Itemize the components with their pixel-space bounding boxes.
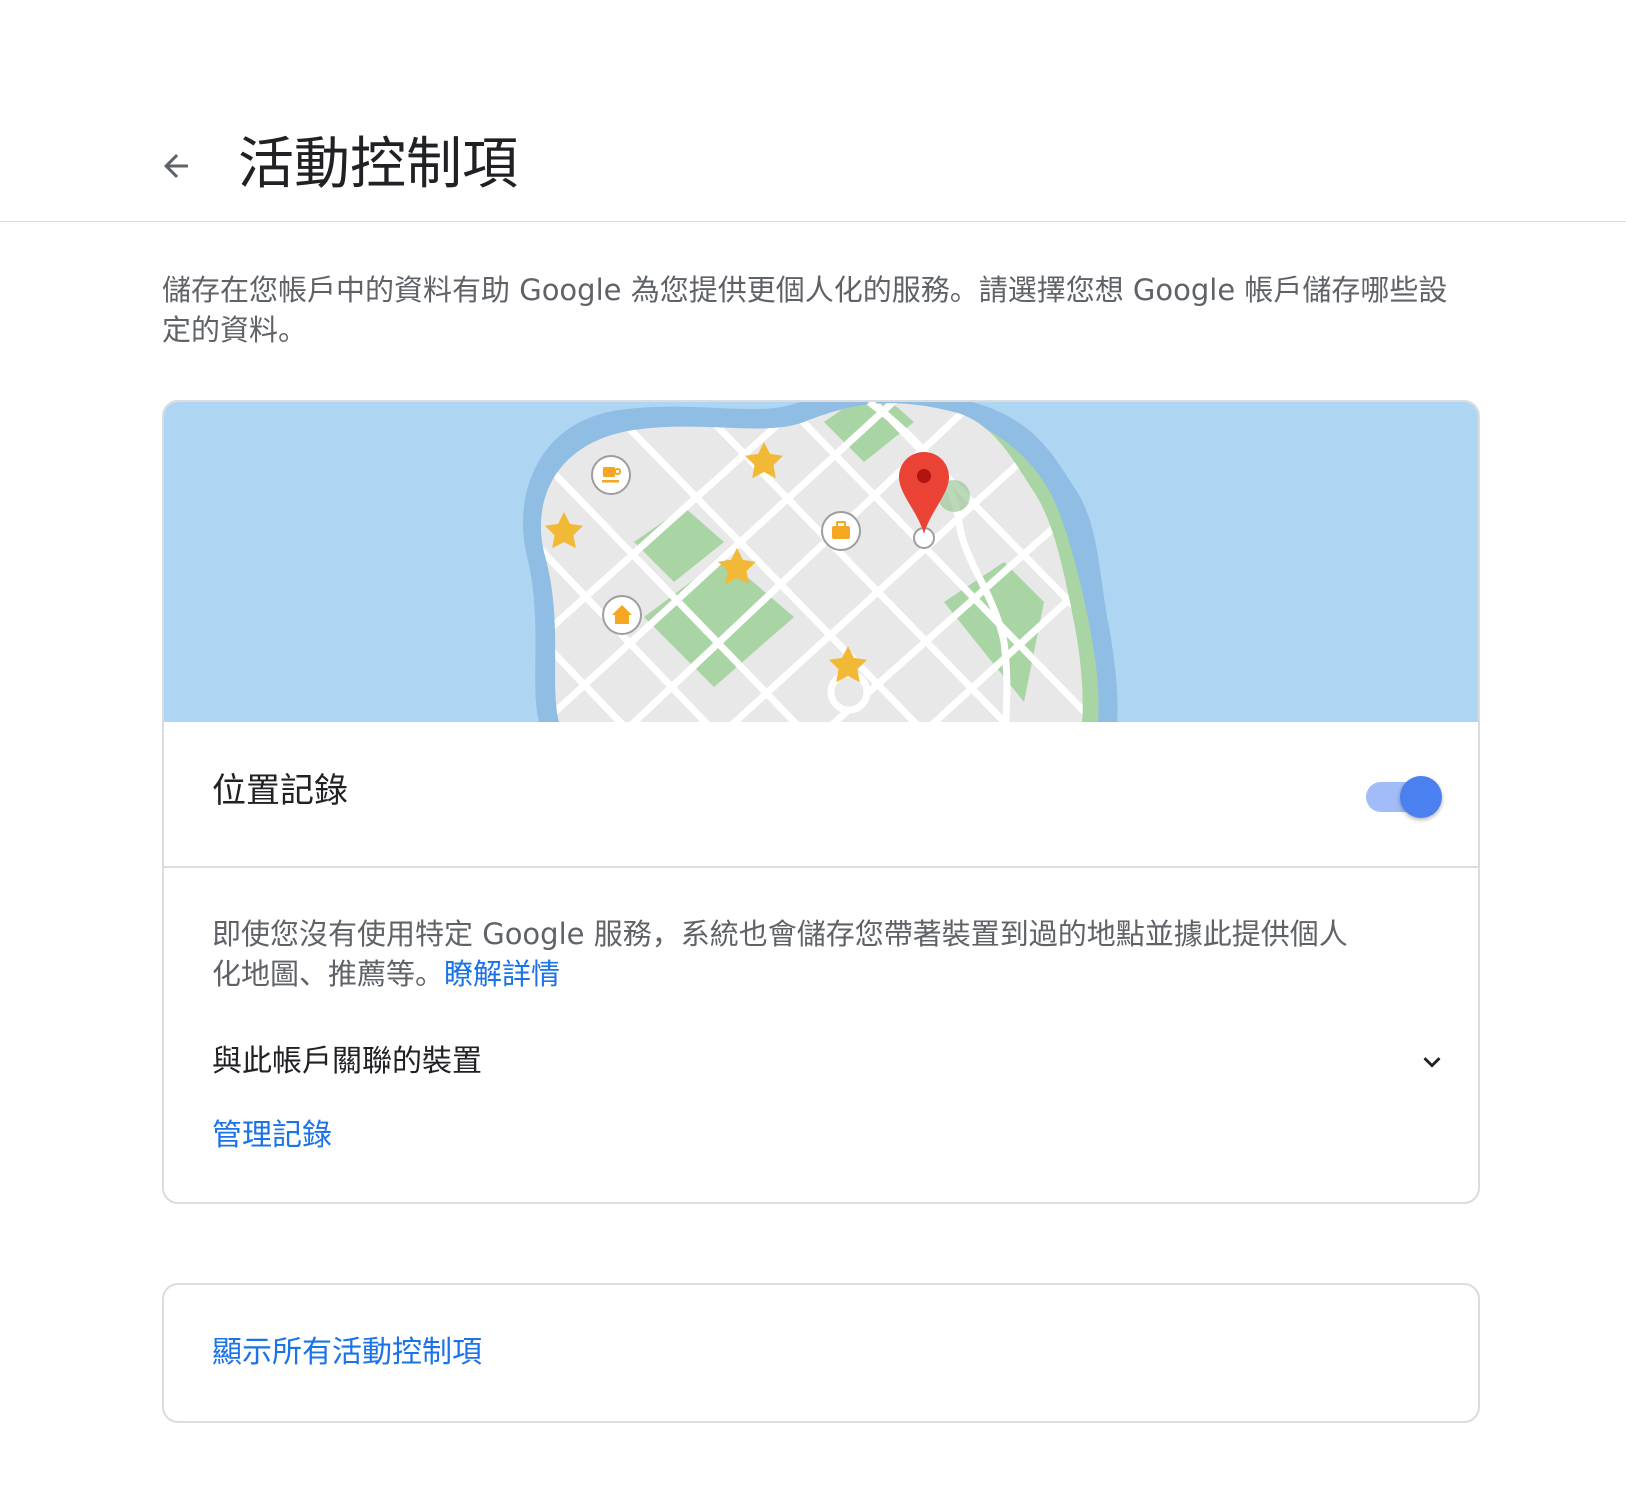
page-title: 活動控制項 [238,132,518,197]
description-text: 即使您沒有使用特定 Google 服務，系統也會儲存您帶著裝置到過的地點並據此提… [212,917,1348,991]
chevron-down-icon[interactable] [1412,1042,1452,1082]
top-bar: 活動控制項 [0,0,1626,222]
location-history-description: 即使您沒有使用特定 Google 服務，系統也會儲存您帶著裝置到過的地點並據此提… [212,914,1352,994]
toggle-knob [1400,776,1442,818]
show-all-controls-card[interactable]: 顯示所有活動控制項 [162,1283,1480,1423]
linked-devices-label: 與此帳戶關聯的裝置 [212,1044,482,1079]
location-history-title: 位置記錄 [212,771,348,811]
roundabout [827,670,871,714]
intro-text: 儲存在您帳戶中的資料有助 Google 為您提供更個人化的服務。請選擇您想 Go… [162,273,1448,347]
location-history-toggle[interactable] [1360,774,1442,820]
briefcase-icon [821,511,861,551]
manage-history-link[interactable]: 管理記錄 [212,1114,332,1158]
map-illustration [164,402,1478,722]
location-history-card: 位置記錄 即使您沒有使用特定 Google 服務，系統也會儲存您帶著裝置到過的地… [162,400,1480,1204]
show-all-controls-link[interactable]: 顯示所有活動控制項 [212,1331,482,1375]
home-icon [602,595,642,635]
coffee-icon [591,455,631,495]
linked-devices-dropdown[interactable]: 與此帳戶關聯的裝置 [212,1032,1452,1092]
arrow-back-icon [164,154,188,178]
location-history-setting-row: 位置記錄 [164,722,1478,868]
learn-more-link[interactable]: 瞭解詳情 [444,957,560,991]
back-button[interactable] [152,142,200,190]
